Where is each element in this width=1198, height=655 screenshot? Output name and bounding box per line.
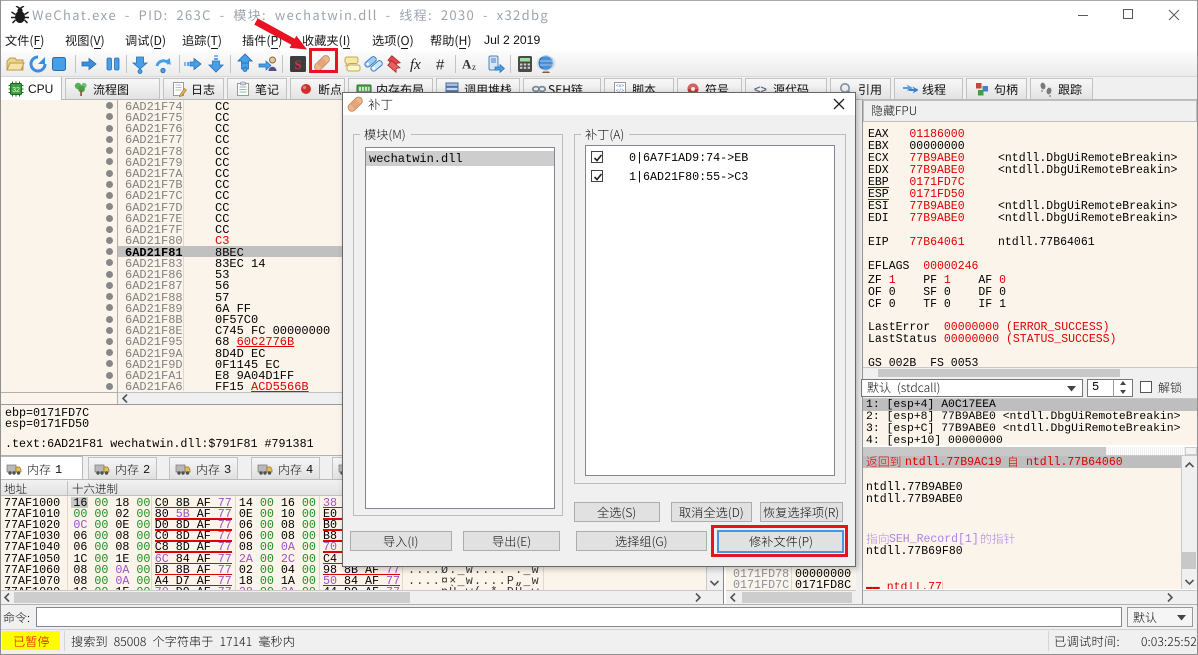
svg-text:S: S: [294, 57, 301, 72]
svg-text:A: A: [462, 56, 472, 71]
svg-text:z: z: [472, 62, 476, 72]
svg-text:#: #: [436, 56, 445, 73]
svg-text:fx: fx: [410, 57, 421, 73]
svg-text:32: 32: [12, 87, 20, 94]
